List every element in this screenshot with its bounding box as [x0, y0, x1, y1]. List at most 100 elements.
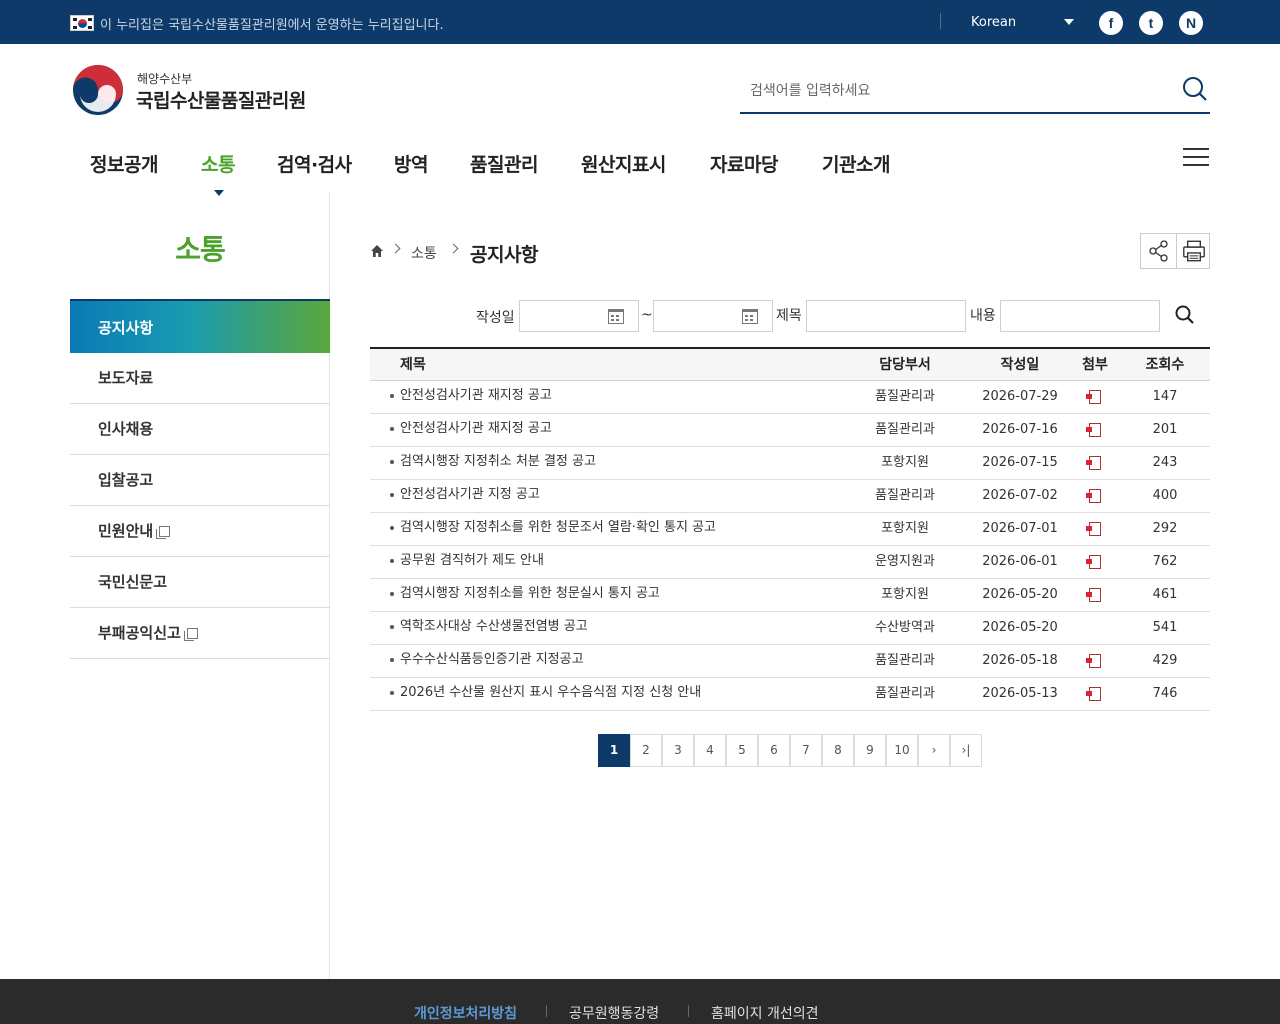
chevron-down-icon[interactable] [1064, 19, 1074, 25]
row-date: 2026-06-01 [982, 554, 1058, 569]
facebook-icon[interactable]: f [1099, 11, 1123, 35]
lnb-item-report[interactable]: 부패공익신고 [70, 608, 330, 659]
table-row[interactable]: 2026년 수산물 원산지 표시 우수음식점 지정 신청 안내 품질관리과 2026… [370, 678, 1210, 711]
search-icon[interactable] [1174, 304, 1196, 326]
page-2[interactable]: 2 [630, 734, 662, 767]
next-page-button[interactable]: › [918, 734, 950, 767]
page-1[interactable]: 1 [598, 734, 630, 767]
attachment-icon[interactable] [1086, 390, 1101, 404]
page-3[interactable]: 3 [662, 734, 694, 767]
search-input[interactable] [740, 76, 1170, 106]
row-title[interactable]: 안전성검사기관 지정 공고 [390, 480, 540, 512]
row-file[interactable] [1070, 480, 1120, 512]
end-date-input[interactable] [653, 300, 773, 332]
row-title[interactable]: 우수수산식품등인증기관 지정공고 [390, 645, 584, 677]
page-9[interactable]: 9 [854, 734, 886, 767]
page-4[interactable]: 4 [694, 734, 726, 767]
gnb-item-about[interactable]: 기관소개 [822, 150, 890, 177]
table-row[interactable]: 검역시행장 지정취소 처분 결정 공고 포항지원 2026-07-15 243 [370, 447, 1210, 480]
table-row[interactable]: 안전성검사기관 지정 공고 품질관리과 2026-07-02 400 [370, 480, 1210, 513]
start-date-input[interactable] [519, 300, 639, 332]
table-row[interactable]: 안전성검사기관 재지정 공고 품질관리과 2026-07-29 147 [370, 381, 1210, 414]
title-search-input[interactable] [806, 300, 966, 332]
gnb-item-resources[interactable]: 자료마당 [710, 150, 778, 177]
calendar-icon[interactable] [742, 309, 758, 324]
bullet-icon [390, 558, 394, 563]
gnb-item-communication[interactable]: 소통 [201, 150, 235, 177]
bullet-icon [390, 426, 394, 431]
lnb-item-epeople[interactable]: 국민신문고 [70, 557, 330, 608]
attachment-icon[interactable] [1086, 555, 1101, 569]
gnb-item-quarantine[interactable]: 방역 [394, 150, 428, 177]
attachment-icon[interactable] [1086, 423, 1101, 437]
gnb-item-info[interactable]: 정보공개 [90, 150, 158, 177]
date-range-separator: ~ [641, 307, 653, 323]
attachment-icon[interactable] [1086, 522, 1101, 536]
government-logo-icon[interactable] [72, 64, 124, 116]
lnb-item-press[interactable]: 보도자료 [70, 353, 330, 404]
content-search-input[interactable] [1000, 300, 1160, 332]
attachment-icon[interactable] [1086, 456, 1101, 470]
footer-link-feedback[interactable]: 홈페이지 개선의견 [711, 1003, 819, 1023]
content-label: 내용 [970, 308, 996, 324]
gnb-item-origin[interactable]: 원산지표시 [581, 150, 666, 177]
home-icon[interactable] [370, 244, 384, 258]
page-8[interactable]: 8 [822, 734, 854, 767]
attachment-icon[interactable] [1086, 654, 1101, 668]
table-row[interactable]: 검역시행장 지정취소를 위한 청문조서 열람·확인 통지 공고 포항지원 2026-… [370, 513, 1210, 546]
row-title[interactable]: 공무원 겸직허가 제도 안내 [390, 546, 544, 578]
twitter-icon[interactable]: t [1139, 11, 1163, 35]
row-file[interactable] [1070, 678, 1120, 710]
bullet-icon [390, 459, 394, 464]
last-page-button[interactable]: ›| [950, 734, 982, 767]
attachment-icon[interactable] [1086, 588, 1101, 602]
row-title[interactable]: 검역시행장 지정취소를 위한 청문실시 통지 공고 [390, 579, 660, 611]
row-title[interactable]: 안전성검사기관 재지정 공고 [390, 414, 552, 446]
table-row[interactable]: 검역시행장 지정취소를 위한 청문실시 통지 공고 포항지원 2026-05-20 4… [370, 579, 1210, 612]
row-title[interactable]: 안전성검사기관 재지정 공고 [390, 381, 552, 413]
attachment-icon[interactable] [1086, 687, 1101, 701]
row-date: 2026-05-20 [982, 587, 1058, 602]
gnb-item-quality[interactable]: 품질관리 [470, 150, 538, 177]
page-5[interactable]: 5 [726, 734, 758, 767]
org-name[interactable]: 국립수산물품질관리원 [136, 86, 306, 113]
language-select[interactable]: Korean [971, 15, 1016, 30]
row-title[interactable]: 2026년 수산물 원산지 표시 우수음식점 지정 신청 안내 [390, 678, 701, 710]
row-file[interactable] [1070, 645, 1120, 677]
breadcrumb-level1[interactable]: 소통 [411, 243, 437, 263]
print-icon[interactable] [1176, 234, 1211, 268]
table-row[interactable]: 역학조사대상 수산생물전염병 공고 수산방역과 2026-05-20 541 [370, 612, 1210, 645]
row-title[interactable]: 역학조사대상 수산생물전염병 공고 [390, 612, 588, 644]
row-file[interactable] [1070, 414, 1120, 446]
gnb-item-inspection[interactable]: 검역·검사 [277, 150, 352, 177]
calendar-icon[interactable] [608, 309, 624, 324]
row-title[interactable]: 검역시행장 지정취소를 위한 청문조서 열람·확인 통지 공고 [390, 513, 716, 545]
lnb-item-civil[interactable]: 민원안내 [70, 506, 330, 557]
table-row[interactable]: 공무원 겸직허가 제도 안내 운영지원과 2026-06-01 762 [370, 546, 1210, 579]
page-10[interactable]: 10 [886, 734, 918, 767]
row-file[interactable] [1070, 381, 1120, 413]
menu-icon[interactable] [1183, 148, 1211, 168]
date-label: 작성일 [476, 310, 515, 326]
row-title[interactable]: 검역시행장 지정취소 처분 결정 공고 [390, 447, 596, 479]
page-7[interactable]: 7 [790, 734, 822, 767]
row-file[interactable] [1070, 447, 1120, 479]
naver-blog-icon[interactable]: N [1179, 11, 1203, 35]
page-6[interactable]: 6 [758, 734, 790, 767]
footer-link-privacy[interactable]: 개인정보처리방침 [414, 1003, 517, 1023]
table-row[interactable]: 우수수산식품등인증기관 지정공고 품질관리과 2026-05-18 429 [370, 645, 1210, 678]
row-file[interactable] [1070, 513, 1120, 545]
search-icon[interactable] [1182, 76, 1208, 102]
lnb-item-notice[interactable]: 공지사항 [70, 299, 330, 353]
table-row[interactable]: 안전성검사기관 재지정 공고 품질관리과 2026-07-16 201 [370, 414, 1210, 447]
row-date: 2026-05-20 [982, 620, 1058, 635]
row-file[interactable] [1070, 546, 1120, 578]
lnb-item-recruit[interactable]: 인사채용 [70, 404, 330, 455]
bullet-icon [390, 525, 394, 530]
lnb-item-bid[interactable]: 입찰공고 [70, 455, 330, 506]
attachment-icon[interactable] [1086, 489, 1101, 503]
row-dept: 품질관리과 [875, 686, 935, 701]
row-file[interactable] [1070, 579, 1120, 611]
share-icon[interactable] [1141, 234, 1176, 268]
footer-link-conduct[interactable]: 공무원행동강령 [569, 1003, 659, 1023]
